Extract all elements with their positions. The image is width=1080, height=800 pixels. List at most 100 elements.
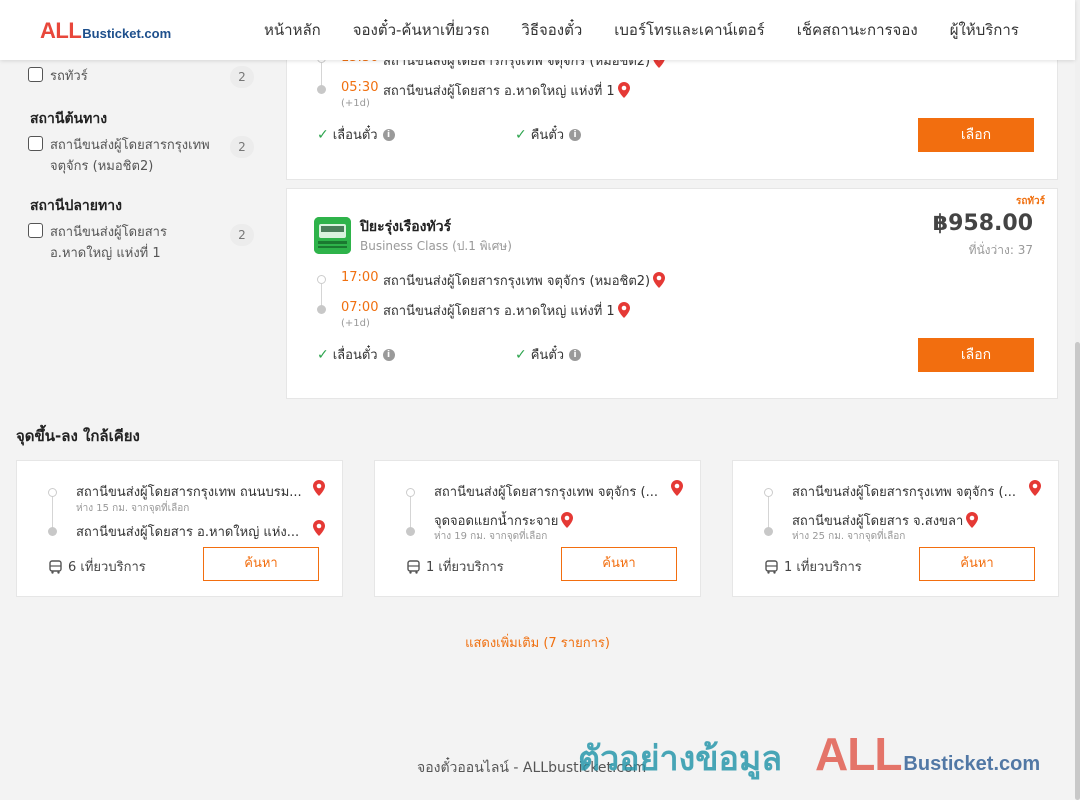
- trip-count-text: 1 เที่ยวบริการ: [426, 560, 504, 575]
- route-line: [768, 495, 769, 531]
- nearby-route-card: สถานีขนส่งผู้โดยสารกรุงเทพ จตุจักร (... …: [732, 460, 1059, 597]
- reschedule-feature: ✓ เลื่อนตั๋ว i: [317, 344, 395, 365]
- depart-station-text: สถานีขนส่งผู้โดยสารกรุงเทพ จตุจักร (หมอช…: [383, 274, 651, 289]
- watermark-text: ตัวอย่างข้อมูล: [578, 739, 783, 779]
- nearby-to-station-text: จุดจอดแยกน้ำกระจาย: [434, 514, 559, 529]
- nearby-from-distance: ห่าง 15 กม. จากจุดที่เลือก: [76, 503, 190, 514]
- trip-count-text: 6 เที่ยวบริการ: [68, 560, 146, 575]
- reschedule-label: เลื่อนตั๋ว: [332, 348, 378, 363]
- filter-count-badge: 2: [230, 136, 254, 158]
- depart-station: สถานีขนส่งผู้โดยสารกรุงเทพ จตุจักร (หมอช…: [383, 270, 666, 291]
- trip-count: 1 เที่ยวบริการ: [765, 556, 862, 577]
- check-icon: ✓: [515, 126, 527, 143]
- nav-how-to-book[interactable]: วิธีจองตั๋ว: [521, 18, 582, 42]
- refund-feature: ✓ คืนตั๋ว i: [515, 344, 582, 365]
- map-pin-icon[interactable]: [561, 512, 574, 528]
- check-icon: ✓: [317, 126, 329, 143]
- nearby-to-station: จุดจอดแยกน้ำกระจาย: [434, 510, 574, 531]
- filter-label: รถทัวร์: [50, 69, 88, 84]
- route-line: [410, 495, 411, 531]
- page-scrollbar[interactable]: [1075, 0, 1080, 800]
- from-dot: [406, 488, 415, 497]
- watermark-logo: ALL Busticket.com: [815, 727, 1040, 781]
- nearby-from-station: สถานีขนส่งผู้โดยสารกรุงเทพ จตุจักร (...: [792, 485, 1016, 500]
- checkbox[interactable]: [28, 136, 43, 151]
- nearby-to-distance: ห่าง 25 กม. จากจุดที่เลือก: [792, 531, 906, 542]
- select-trip-button[interactable]: เลือก: [918, 118, 1034, 152]
- refund-feature: ✓ คืนตั๋ว i: [515, 124, 582, 145]
- trip-count: 6 เที่ยวบริการ: [49, 556, 146, 577]
- nearby-route-card: สถานีขนส่งผู้โดยสารกรุงเทพ ถนนบรม... ห่า…: [16, 460, 343, 597]
- arrive-dot: [317, 85, 326, 94]
- nearby-from-station: สถานีขนส่งผู้โดยสารกรุงเทพ ถนนบรม...: [76, 485, 302, 500]
- arrive-station: สถานีขนส่งผู้โดยสาร อ.หาดใหญ่ แห่งที่ 1: [383, 300, 630, 321]
- trip-card: รถทัวร์ ปิยะรุ่งเรืองทัวร์ Business Clas…: [286, 188, 1058, 399]
- nearby-from-station: สถานีขนส่งผู้โดยสารกรุงเทพ จตุจักร (...: [434, 485, 658, 500]
- info-icon[interactable]: i: [569, 128, 582, 141]
- bus-class: Business Class (ป.1 พิเศษ): [360, 239, 512, 253]
- map-pin-icon[interactable]: [617, 82, 630, 98]
- scrollbar-thumb[interactable]: [1075, 342, 1080, 800]
- filter-destination-station[interactable]: สถานีขนส่งผู้โดยสาร อ.หาดใหญ่ แห่งที่ 1 …: [28, 222, 254, 264]
- nav-check-booking[interactable]: เช็คสถานะการจอง: [797, 18, 918, 42]
- nearby-route-card: สถานีขนส่งผู้โดยสารกรุงเทพ จตุจักร (... …: [374, 460, 701, 597]
- map-pin-icon[interactable]: [653, 272, 666, 288]
- trip-price: ฿958.00: [932, 211, 1033, 236]
- map-pin-icon[interactable]: [671, 480, 683, 496]
- arrive-station-text: สถานีขนส่งผู้โดยสาร อ.หาดใหญ่ แห่งที่ 1: [383, 84, 615, 99]
- filter-label: สถานีขนส่งผู้โดยสาร อ.หาดใหญ่ แห่งที่ 1: [50, 222, 220, 264]
- nav-home[interactable]: หน้าหลัก: [264, 18, 321, 42]
- destination-filter-title: สถานีปลายทาง: [30, 198, 122, 214]
- check-icon: ✓: [515, 346, 527, 363]
- filter-tour-bus[interactable]: รถทัวร์ 2: [28, 66, 254, 88]
- info-icon[interactable]: i: [382, 348, 395, 361]
- map-pin-icon[interactable]: [313, 480, 325, 496]
- checkbox[interactable]: [28, 223, 43, 238]
- reschedule-label: เลื่อนตั๋ว: [332, 128, 378, 143]
- nearby-section-title: จุดขึ้น-ลง ใกล้เคียง: [16, 427, 140, 445]
- to-dot: [48, 527, 57, 536]
- trip-count-text: 1 เที่ยวบริการ: [784, 560, 862, 575]
- nav-book-search[interactable]: จองตั๋ว-ค้นหาเที่ยวรถ: [353, 18, 490, 42]
- arrive-station-text: สถานีขนส่งผู้โดยสาร อ.หาดใหญ่ แห่งที่ 1: [383, 304, 615, 319]
- map-pin-icon[interactable]: [313, 520, 325, 536]
- arrive-station: สถานีขนส่งผู้โดยสาร อ.หาดใหญ่ แห่งที่ 1: [383, 80, 630, 101]
- logo-all-text: ALL: [40, 18, 82, 43]
- filter-count-badge: 2: [230, 224, 254, 246]
- nearby-to-station: สถานีขนส่งผู้โดยสาร จ.สงขลา: [792, 510, 979, 531]
- map-pin-icon[interactable]: [966, 512, 979, 528]
- top-navbar: ALL Busticket.com หน้าหลัก จองตั๋ว-ค้นหา…: [0, 0, 1075, 60]
- depart-dot: [317, 275, 326, 284]
- bus-icon: [765, 559, 778, 574]
- site-logo[interactable]: ALL Busticket.com: [40, 18, 171, 44]
- show-more-link[interactable]: แสดงเพิ่มเติม (7 รายการ): [0, 632, 1075, 653]
- checkbox[interactable]: [28, 67, 43, 82]
- refund-label: คืนตั๋ว: [530, 348, 565, 363]
- info-icon[interactable]: i: [569, 348, 582, 361]
- depart-time: 17:00: [341, 270, 379, 285]
- route-line: [52, 495, 53, 531]
- watermark-logo-all: ALL: [815, 728, 902, 780]
- next-day-note: (+1d): [341, 318, 370, 329]
- bus-type-tag: รถทัวร์: [1015, 196, 1045, 207]
- bus-icon: [407, 559, 420, 574]
- search-button[interactable]: ค้นหา: [919, 547, 1035, 581]
- filter-label-line1: สถานีขนส่งผู้โดยสาร: [50, 225, 167, 240]
- check-icon: ✓: [317, 346, 329, 363]
- map-pin-icon[interactable]: [617, 302, 630, 318]
- info-icon[interactable]: i: [382, 128, 395, 141]
- search-button[interactable]: ค้นหา: [561, 547, 677, 581]
- map-pin-icon[interactable]: [1029, 480, 1041, 496]
- nav-operators[interactable]: ผู้ให้บริการ: [950, 18, 1019, 42]
- trip-count: 1 เที่ยวบริการ: [407, 556, 504, 577]
- logo-rest-text: Busticket.com: [82, 26, 172, 41]
- arrive-time: 07:00: [341, 300, 379, 315]
- nav-contact-counters[interactable]: เบอร์โทรและเคาน์เตอร์: [614, 18, 764, 42]
- operator-logo: [314, 217, 351, 254]
- to-dot: [764, 527, 773, 536]
- filter-origin-station[interactable]: สถานีขนส่งผู้โดยสารกรุงเทพ จตุจักร (หมอช…: [28, 135, 254, 177]
- refund-label: คืนตั๋ว: [530, 128, 565, 143]
- select-trip-button[interactable]: เลือก: [918, 338, 1034, 372]
- search-button[interactable]: ค้นหา: [203, 547, 319, 581]
- reschedule-feature: ✓ เลื่อนตั๋ว i: [317, 124, 395, 145]
